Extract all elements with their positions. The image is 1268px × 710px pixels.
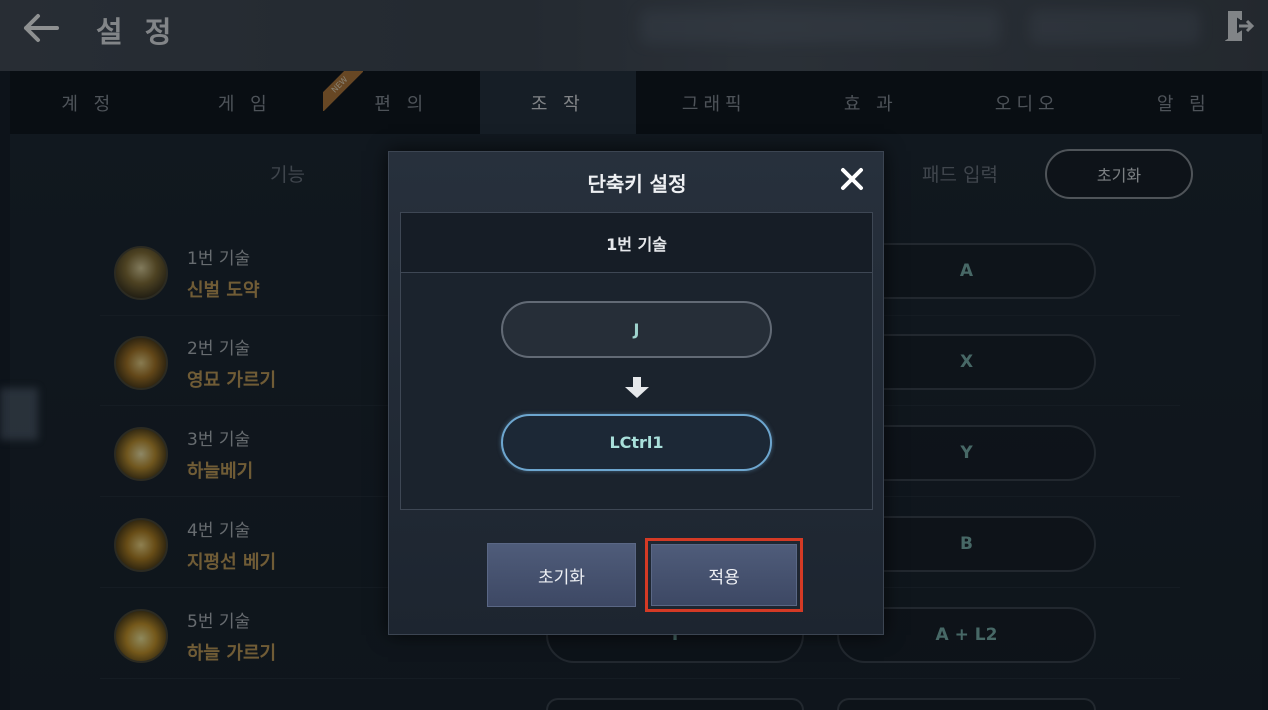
key-assignment-box: 1번 기술 J LCtrl1 [400,212,873,510]
reset-button[interactable]: 초기화 [487,543,636,607]
dialog-title: 단축키 설정 [587,172,687,196]
apply-button[interactable]: 적용 [645,538,803,612]
side-handle[interactable] [0,388,38,440]
selected-skill-label: 1번 기술 [401,213,872,273]
apply-button-label: 적용 [651,544,797,606]
arrow-down-icon [625,377,649,398]
close-icon [841,168,863,190]
shortcut-settings-dialog: 단축키 설정 1번 기술 J LCtrl1 초기화 적용 [388,151,884,635]
close-button[interactable] [837,164,867,194]
current-key-field[interactable]: J [501,301,772,358]
new-key-field[interactable]: LCtrl1 [501,414,772,471]
